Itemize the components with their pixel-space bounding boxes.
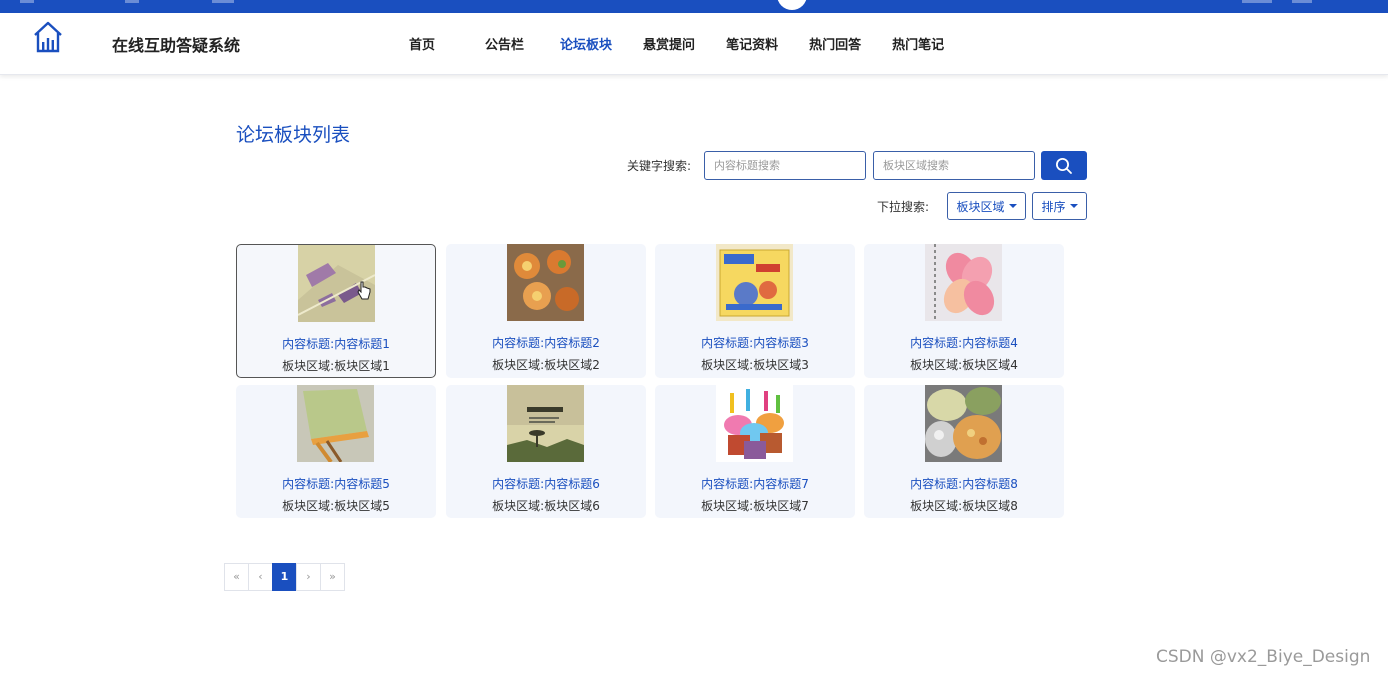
pagination-first[interactable]: « (224, 563, 249, 591)
home-logo-icon[interactable] (32, 20, 64, 54)
card-thumbnail (297, 385, 374, 462)
forum-card[interactable]: 内容标题:内容标题5 板块区域:板块区域5 (236, 385, 436, 518)
area-dropdown-label: 板块区域 (956, 199, 1005, 214)
sort-dropdown[interactable]: 排序 (1032, 192, 1087, 220)
nav-item-forum[interactable]: 论坛板块 (560, 34, 612, 53)
site-title: 在线互助答疑系统 (112, 36, 241, 55)
keyword-search-label: 关键字搜索: (627, 159, 692, 173)
scroll-indicator (777, 0, 807, 10)
card-title: 内容标题:内容标题5 (282, 477, 390, 491)
card-title: 内容标题:内容标题4 (910, 336, 1018, 350)
sort-dropdown-label: 排序 (1041, 199, 1066, 214)
forum-card[interactable]: 内容标题:内容标题4 板块区域:板块区域4 (864, 244, 1064, 378)
card-area: 板块区域:板块区域1 (282, 359, 390, 373)
card-area: 板块区域:板块区域8 (910, 499, 1018, 513)
strip-mark (1242, 0, 1272, 3)
watermark: CSDN @vx2_Biye_Design (1156, 647, 1371, 667)
card-area: 板块区域:板块区域6 (492, 499, 600, 513)
nav-item-hot-notes[interactable]: 热门笔记 (892, 34, 944, 53)
card-thumbnail (716, 385, 793, 462)
card-thumbnail (716, 244, 793, 321)
hand-cursor-icon (357, 281, 371, 300)
card-area: 板块区域:板块区域2 (492, 358, 600, 372)
card-area: 板块区域:板块区域7 (701, 499, 809, 513)
card-title: 内容标题:内容标题3 (701, 336, 809, 350)
pagination-current-page[interactable]: 1 (272, 563, 297, 591)
nav-item-notes[interactable]: 笔记资料 (726, 34, 778, 53)
card-area: 板块区域:板块区域3 (701, 358, 809, 372)
card-thumbnail (925, 244, 1002, 321)
main-nav: 首页 公告栏 论坛板块 悬赏提问 笔记资料 热门回答 热门笔记 (394, 34, 944, 53)
nav-item-bounty[interactable]: 悬赏提问 (643, 34, 695, 53)
forum-card[interactable]: 内容标题:内容标题6 板块区域:板块区域6 (446, 385, 646, 518)
card-title: 内容标题:内容标题2 (492, 336, 600, 350)
forum-card[interactable]: 内容标题:内容标题7 板块区域:板块区域7 (655, 385, 855, 518)
card-thumbnail (507, 385, 584, 462)
top-accent-strip (0, 0, 1388, 13)
card-title: 内容标题:内容标题6 (492, 477, 600, 491)
strip-mark (20, 0, 34, 3)
nav-item-home[interactable]: 首页 (409, 34, 435, 53)
page-title: 论坛板块列表 (236, 124, 351, 146)
card-thumbnail (925, 385, 1002, 462)
forum-card-grid: 内容标题:内容标题1 板块区域:板块区域1 内容标题:内容标题2 板块区域:板块… (236, 244, 1066, 518)
area-dropdown[interactable]: 板块区域 (947, 192, 1026, 220)
card-area: 板块区域:板块区域4 (910, 358, 1018, 372)
caret-down-icon (1069, 204, 1078, 208)
card-title: 内容标题:内容标题7 (701, 477, 809, 491)
strip-mark (1292, 0, 1312, 3)
pagination: « ‹ 1 › » (224, 563, 345, 591)
card-area: 板块区域:板块区域5 (282, 499, 390, 513)
strip-mark (212, 0, 234, 3)
dropdown-search-label: 下拉搜索: (877, 200, 930, 214)
site-header: 在线互助答疑系统 首页 公告栏 论坛板块 悬赏提问 笔记资料 热门回答 热门笔记 (0, 13, 1388, 75)
forum-card[interactable]: 内容标题:内容标题1 板块区域:板块区域1 (236, 244, 436, 378)
area-search-input[interactable] (873, 151, 1035, 180)
title-search-input[interactable] (704, 151, 866, 180)
card-title: 内容标题:内容标题1 (282, 337, 390, 351)
caret-down-icon (1008, 204, 1017, 208)
card-thumbnail (507, 244, 584, 321)
card-title: 内容标题:内容标题8 (910, 477, 1018, 491)
search-button[interactable] (1041, 151, 1087, 180)
nav-item-announcements[interactable]: 公告栏 (485, 34, 524, 53)
forum-card[interactable]: 内容标题:内容标题2 板块区域:板块区域2 (446, 244, 646, 378)
pagination-last[interactable]: » (320, 563, 345, 591)
forum-card[interactable]: 内容标题:内容标题8 板块区域:板块区域8 (864, 385, 1064, 518)
pagination-prev[interactable]: ‹ (248, 563, 273, 591)
nav-item-hot-answers[interactable]: 热门回答 (809, 34, 861, 53)
search-icon (1056, 157, 1072, 174)
strip-mark (125, 0, 139, 3)
forum-card[interactable]: 内容标题:内容标题3 板块区域:板块区域3 (655, 244, 855, 378)
pagination-next[interactable]: › (296, 563, 321, 591)
